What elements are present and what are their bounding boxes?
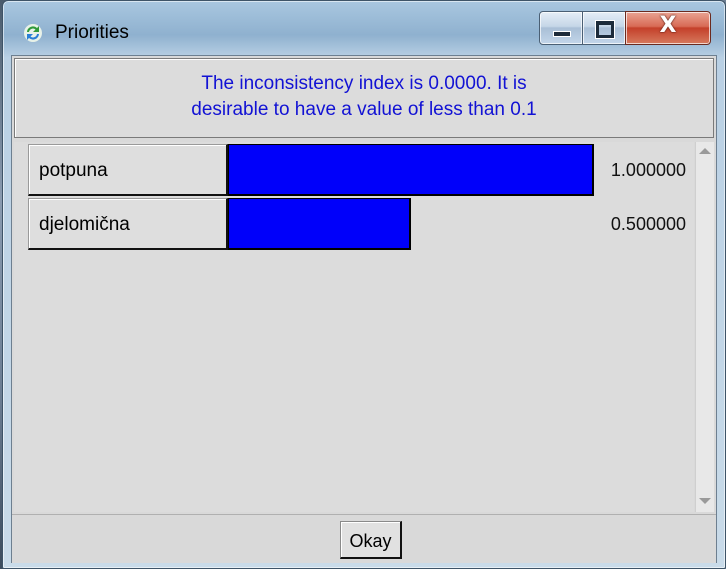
maximize-button[interactable] — [582, 11, 626, 45]
priority-bar — [228, 144, 594, 196]
message-line-1: The inconsistency index is 0.0000. It is — [201, 73, 527, 94]
scroll-up-arrow-icon[interactable] — [699, 148, 711, 154]
maximize-icon — [595, 20, 615, 39]
close-icon: X — [659, 13, 677, 38]
priority-label[interactable]: potpuna — [28, 144, 228, 196]
message-line-2: desirable to have a value of less than 0… — [191, 99, 537, 120]
close-button[interactable]: X — [625, 11, 711, 45]
priority-row-potpuna: potpuna 1.000000 — [28, 144, 692, 198]
priorities-list: potpuna 1.000000 djelomična 0.500000 — [14, 142, 694, 512]
button-bar: Okay — [12, 514, 716, 563]
priority-value: 1.000000 — [610, 160, 686, 180]
priority-label[interactable]: djelomična — [28, 198, 228, 250]
priority-row-djelomicna: djelomična 0.500000 — [28, 198, 692, 252]
scroll-down-arrow-icon[interactable] — [699, 498, 711, 504]
minimize-icon — [553, 31, 571, 37]
dialog-content: The inconsistency index is 0.0000. It is… — [11, 55, 717, 563]
inconsistency-message: The inconsistency index is 0.0000. It is… — [14, 58, 714, 138]
refresh-arrows-icon — [24, 24, 42, 42]
okay-button[interactable]: Okay — [340, 521, 402, 559]
priorities-window: Priorities X The inconsistency index is … — [2, 0, 726, 569]
title-bar[interactable]: Priorities X — [3, 1, 725, 53]
vertical-scrollbar[interactable] — [695, 142, 714, 512]
priority-bar — [228, 198, 411, 250]
window-title: Priorities — [55, 22, 129, 43]
minimize-button[interactable] — [539, 11, 583, 45]
priority-value: 0.500000 — [610, 214, 686, 234]
